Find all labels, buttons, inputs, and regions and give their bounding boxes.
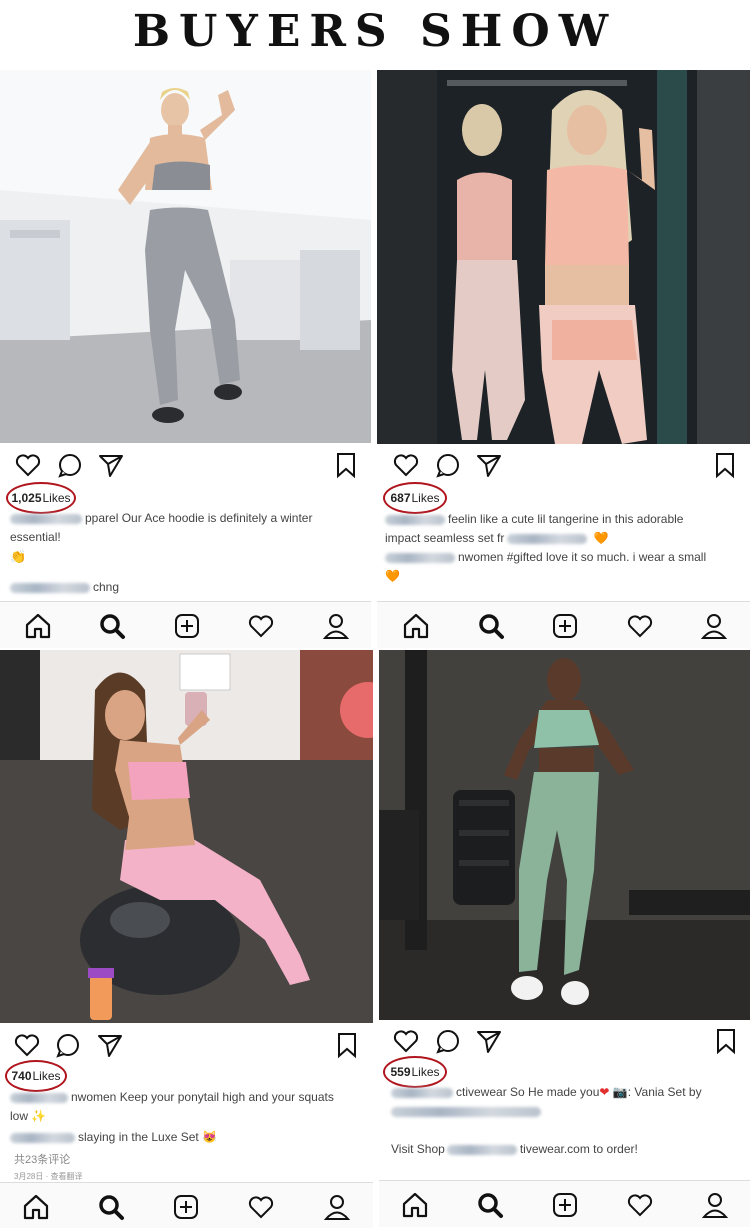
post-card-4: 559 Likes ctivewear So He made you❤ 📷: Va… xyxy=(379,650,750,1228)
post-photo xyxy=(0,70,371,443)
likes-label: Likes xyxy=(42,491,71,505)
heart-icon[interactable] xyxy=(392,1027,420,1055)
post-card-2: 687 Likes feelin like a cute lil tangerin… xyxy=(377,70,750,648)
home-icon[interactable] xyxy=(401,611,431,641)
profile-icon[interactable] xyxy=(700,1190,730,1220)
home-icon[interactable] xyxy=(400,1190,430,1220)
comment-count[interactable]: 共23条评论 xyxy=(14,1151,70,1167)
heart-icon[interactable] xyxy=(13,1031,41,1059)
post-caption: nwomen Keep your ponytail high and your … xyxy=(10,1090,334,1144)
add-post-icon[interactable] xyxy=(550,611,580,641)
search-icon[interactable] xyxy=(96,1192,126,1222)
bottom-nav xyxy=(0,1182,373,1228)
bottom-nav xyxy=(0,601,371,648)
send-icon[interactable] xyxy=(96,1031,124,1059)
profile-icon[interactable] xyxy=(321,611,351,641)
caption-line: tivewear.com to order! xyxy=(519,1142,638,1156)
home-icon[interactable] xyxy=(21,1192,51,1222)
add-post-icon[interactable] xyxy=(171,1192,201,1222)
likes-number: 559 xyxy=(390,1065,411,1079)
likes-label: Likes xyxy=(32,1069,61,1083)
caption-line: : Vania Set by xyxy=(627,1085,702,1099)
likes-label: Likes xyxy=(411,1065,440,1079)
add-post-icon[interactable] xyxy=(172,611,202,641)
post-actions xyxy=(377,445,750,485)
bookmark-icon[interactable] xyxy=(332,451,360,479)
bottom-nav xyxy=(379,1180,750,1227)
comment-icon[interactable] xyxy=(434,1027,462,1055)
post-photo xyxy=(0,650,373,1023)
likes-label: Likes xyxy=(411,491,440,505)
search-icon[interactable] xyxy=(476,611,506,641)
banner: BUYERS SHOW xyxy=(0,0,750,60)
post-photo xyxy=(379,650,750,1020)
comment-icon[interactable] xyxy=(56,451,84,479)
caption-line: chng xyxy=(93,580,120,594)
bookmark-icon[interactable] xyxy=(712,1027,740,1055)
activity-heart-icon[interactable] xyxy=(246,611,276,641)
heart-icon[interactable] xyxy=(392,451,420,479)
send-icon[interactable] xyxy=(475,1027,503,1055)
activity-heart-icon[interactable] xyxy=(246,1192,276,1222)
comment-icon[interactable] xyxy=(434,451,462,479)
post-date: 3月28日 · 查看翻译 xyxy=(14,1172,83,1181)
caption-line: impact seamless set fr xyxy=(385,531,505,545)
profile-icon[interactable] xyxy=(322,1192,352,1222)
caption-line: nwomen #gifted love it so much. i wear a… xyxy=(458,550,707,564)
caption-line: low xyxy=(10,1109,29,1123)
caption-line: ctivewear So He made you xyxy=(456,1085,600,1099)
caption-line: nwomen Keep your ponytail high and your … xyxy=(71,1090,334,1104)
post-actions xyxy=(0,1025,373,1065)
post-card-1: 1,025 Likes pparel Our Ace hoodie is defi… xyxy=(0,70,371,648)
post-actions xyxy=(379,1021,750,1061)
activity-heart-icon[interactable] xyxy=(625,1190,655,1220)
post-card-3: 740 Likes nwomen Keep your ponytail high … xyxy=(0,650,373,1228)
activity-heart-icon[interactable] xyxy=(625,611,655,641)
bookmark-icon[interactable] xyxy=(711,451,739,479)
bookmark-icon[interactable] xyxy=(333,1031,361,1059)
caption-line: feelin like a cute lil tangerine in this… xyxy=(448,512,684,526)
send-icon[interactable] xyxy=(97,451,125,479)
likes-number: 740 xyxy=(11,1069,32,1083)
send-icon[interactable] xyxy=(475,451,503,479)
caption-line: Visit Shop xyxy=(391,1142,445,1156)
heart-icon[interactable] xyxy=(14,451,42,479)
banner-title: BUYERS SHOW xyxy=(132,5,618,57)
post-photo xyxy=(377,70,750,444)
add-post-icon[interactable] xyxy=(550,1190,580,1220)
post-actions xyxy=(0,445,371,485)
bottom-nav xyxy=(377,601,750,648)
home-icon[interactable] xyxy=(23,611,53,641)
comment-icon[interactable] xyxy=(54,1031,82,1059)
search-icon[interactable] xyxy=(475,1190,505,1220)
caption-line: slaying in the Luxe Set xyxy=(78,1130,199,1144)
post-caption: ctivewear So He made you❤ 📷: Vania Set b… xyxy=(391,1085,702,1156)
profile-icon[interactable] xyxy=(699,611,729,641)
post-caption: feelin like a cute lil tangerine in this… xyxy=(385,512,707,583)
likes-number: 1,025 xyxy=(11,491,42,505)
likes-number: 687 xyxy=(390,491,411,505)
search-icon[interactable] xyxy=(97,611,127,641)
post-caption: pparel Our Ace hoodie is definitely a wi… xyxy=(10,511,313,594)
